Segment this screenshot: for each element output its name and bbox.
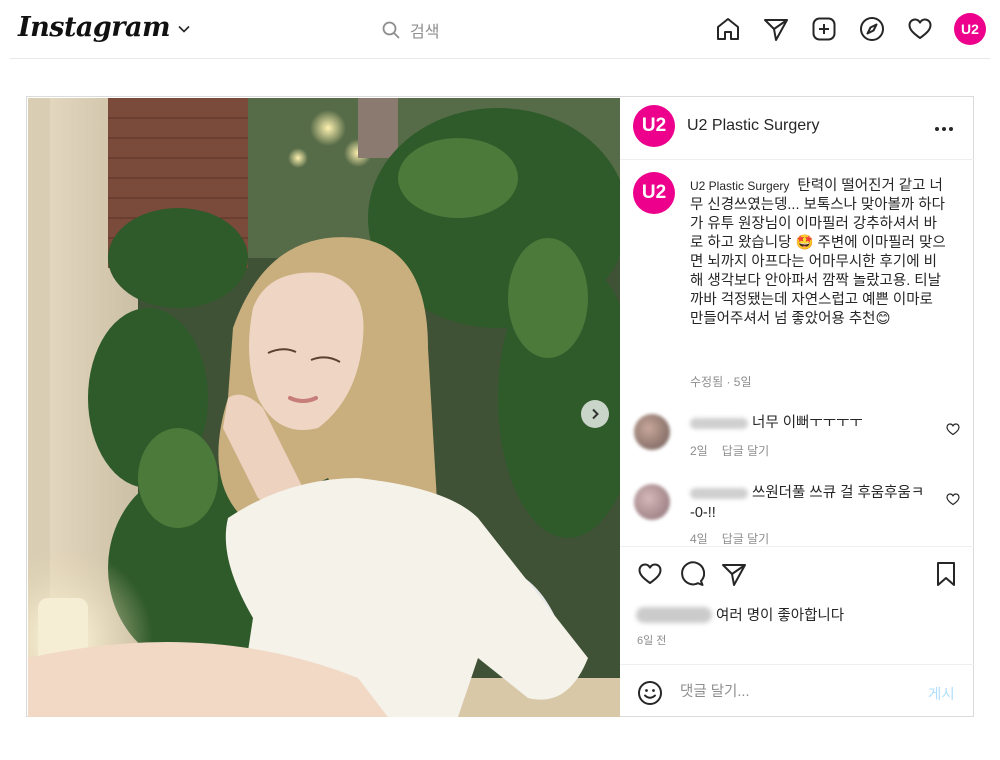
home-icon[interactable] (714, 15, 742, 43)
likes-text: 여러 명이 좋아합니다 (716, 608, 845, 624)
search-box[interactable]: 검색 (382, 18, 439, 42)
emoji-smiley-icon[interactable] (637, 680, 663, 706)
comment-time: 4일 (690, 532, 708, 546)
search-icon (382, 21, 400, 39)
add-comment-bar: 게시 (620, 664, 974, 716)
post-card: U2 U2 Plastic Surgery U2 U2 Plastic Surg… (26, 96, 974, 717)
profile-avatar-text: U2 (961, 21, 979, 37)
chevron-down-icon (178, 25, 190, 33)
comments-section[interactable]: U2 U2 Plastic Surgery 탄력이 떨어진거 같고 너무 신경쓰였… (620, 160, 974, 546)
account-name[interactable]: U2 Plastic Surgery (687, 117, 820, 135)
post-comment-button[interactable]: 게시 (928, 683, 955, 704)
commenter-username-blurred[interactable] (690, 417, 748, 429)
instagram-logo[interactable]: Instagram (18, 12, 190, 43)
post-header: U2 U2 Plastic Surgery (620, 97, 974, 160)
post-sidebar: U2 U2 Plastic Surgery U2 U2 Plastic Surg… (620, 97, 974, 716)
next-photo-button[interactable] (581, 400, 609, 428)
divider (10, 58, 990, 59)
top-navigation: Instagram 검색 U2 (0, 0, 1000, 60)
liker-names-blurred (636, 606, 712, 623)
share-send-icon[interactable] (720, 560, 748, 588)
profile-avatar[interactable]: U2 (954, 13, 986, 45)
comment-text: 너무 이뻐ㅜㅜㅜㅜ (752, 415, 863, 431)
account-avatar-text: U2 (641, 115, 667, 136)
explore-compass-icon[interactable] (858, 15, 886, 43)
more-options-icon[interactable] (932, 117, 956, 141)
caption-text: 탄력이 떨어진거 같고 너무 신경쓰였는뎅... 보톡스나 맞아볼까 하다가 유… (690, 178, 946, 327)
direct-send-icon[interactable] (762, 15, 790, 43)
comment-input[interactable] (680, 679, 900, 705)
posted-time: 6일 전 (637, 635, 667, 647)
post-caption: U2 Plastic Surgery 탄력이 떨어진거 같고 너무 신경쓰였는뎅.… (690, 177, 950, 329)
comment-text-row: 쓰원더풀 쓰큐 걸 후움후움ㅋ -0-!! (690, 483, 940, 523)
comment-time: 2일 (690, 444, 708, 458)
reply-button[interactable]: 답글 달기 (722, 444, 770, 458)
comment-meta: 2일 답글 달기 (690, 442, 783, 459)
commenter-avatar[interactable] (634, 484, 670, 520)
post-actions: 여러 명이 좋아합니다 6일 전 (620, 546, 974, 664)
caption-meta: 수정됨 · 5일 (690, 375, 752, 389)
logo-wordmark: Instagram (18, 12, 171, 43)
chevron-right-icon (592, 408, 599, 420)
comment-text-row: 너무 이뻐ㅜㅜㅜㅜ (690, 413, 940, 433)
reply-button[interactable]: 답글 달기 (722, 532, 770, 546)
like-heart-icon[interactable] (636, 560, 664, 588)
commenter-avatar[interactable] (634, 414, 670, 450)
activity-heart-icon[interactable] (906, 15, 934, 43)
commenter-username-blurred[interactable] (690, 487, 748, 499)
comment-bubble-icon[interactable] (678, 560, 706, 588)
new-post-icon[interactable] (810, 15, 838, 43)
save-bookmark-icon[interactable] (932, 560, 960, 588)
post-photo[interactable] (28, 98, 620, 717)
caption-avatar[interactable]: U2 (633, 172, 675, 214)
account-avatar[interactable]: U2 (633, 105, 675, 147)
caption-username[interactable]: U2 Plastic Surgery (690, 179, 789, 193)
nav-icon-group: U2 (714, 13, 986, 45)
caption-avatar-text: U2 (641, 182, 667, 203)
comment-like-heart-icon[interactable] (946, 422, 960, 436)
likes-summary[interactable]: 여러 명이 좋아합니다 (636, 604, 844, 625)
search-placeholder: 검색 (410, 24, 440, 41)
comment-like-heart-icon[interactable] (946, 492, 960, 506)
comment-meta: 4일 답글 달기 (690, 530, 783, 546)
